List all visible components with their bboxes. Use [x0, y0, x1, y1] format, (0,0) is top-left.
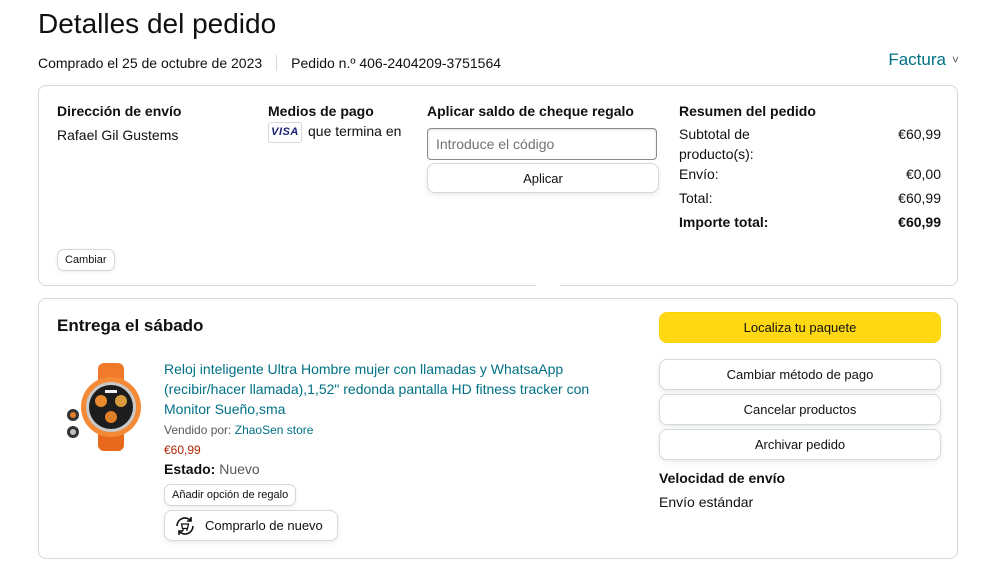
summary-row-grand-total: Importe total: €60,99 [679, 212, 941, 232]
product-image[interactable] [65, 363, 157, 451]
condition-label: Estado: [164, 461, 216, 477]
apply-gift-button[interactable]: Aplicar [427, 163, 659, 193]
purchase-date: Comprado el 25 de octubre de 2023 [38, 55, 263, 71]
gift-card-title: Aplicar saldo de cheque regalo [427, 103, 634, 119]
payment-method: VISA que termina en [268, 122, 401, 143]
product-condition: Estado: Nuevo [164, 461, 260, 477]
summary-value: €60,99 [898, 190, 941, 206]
order-meta: Comprado el 25 de octubre de 2023 Pedido… [38, 55, 501, 71]
rebuy-icon [176, 516, 194, 535]
archive-order-button[interactable]: Archivar pedido [659, 429, 941, 460]
cancel-items-button[interactable]: Cancelar productos [659, 394, 941, 425]
summary-label: Envío: [679, 166, 719, 182]
chevron-down-icon[interactable]: ˅ [952, 53, 959, 67]
shipping-speed-value: Envío estándar [659, 494, 754, 510]
order-number: Pedido n.º 406-2404209-3751564 [291, 55, 502, 71]
shipping-speed-title: Velocidad de envío [659, 470, 786, 486]
gift-code-input[interactable]: Introduce el código [427, 128, 657, 160]
payment-title: Medios de pago [268, 103, 374, 119]
delivery-title: Entrega el sábado [57, 316, 204, 335]
track-package-button[interactable]: Localiza tu paquete [659, 312, 941, 343]
summary-value: €0,00 [905, 166, 941, 182]
seller-link[interactable]: ZhaoSen store [235, 423, 314, 437]
rebuy-label[interactable]: Comprarlo de nuevo [205, 518, 323, 533]
add-gift-option-button[interactable]: Añadir opción de regalo [164, 484, 297, 506]
invoice-dropdown[interactable]: Factura ˅ [888, 50, 959, 70]
change-address-button[interactable]: Cambiar [57, 249, 115, 271]
invoice-label[interactable]: Factura [888, 50, 946, 70]
smartwatch-icon [67, 363, 141, 451]
page-title: Detalles del pedido [38, 8, 277, 39]
change-payment-button[interactable]: Cambiar método de pago [659, 359, 941, 390]
summary-row-shipping: Envío: €0,00 [679, 164, 941, 184]
summary-title: Resumen del pedido [679, 103, 816, 119]
condition-value: Nuevo [219, 461, 260, 477]
panel-notch [536, 279, 560, 293]
order-info-panel: Dirección de envío Rafael Gil Gustems Ca… [38, 85, 958, 286]
sold-by-label: Vendido por: [164, 423, 232, 437]
shipping-title: Dirección de envío [57, 103, 182, 119]
summary-row-total: Total: €60,99 [679, 188, 941, 208]
meta-divider [276, 55, 278, 71]
shipping-name: Rafael Gil Gustems [57, 127, 179, 143]
visa-card-icon: VISA [268, 122, 302, 143]
product-title-link[interactable]: Reloj inteligente Ultra Hombre mujer con… [164, 359, 624, 419]
summary-label: Total: [679, 190, 713, 206]
summary-row-subtotal: Subtotal de producto(s): €60,99 [679, 124, 941, 164]
delivery-panel: Entrega el sábado Reloj inteligente Ultr… [38, 298, 958, 559]
card-text: que termina en [308, 123, 402, 140]
seller-info: Vendido por: ZhaoSen store [164, 423, 313, 437]
buy-again-button[interactable]: Comprarlo de nuevo [164, 510, 338, 541]
summary-label: Subtotal de producto(s): [679, 126, 754, 162]
summary-value: €60,99 [898, 214, 941, 230]
summary-label: Importe total: [679, 214, 769, 230]
summary-value: €60,99 [898, 126, 941, 142]
product-price: €60,99 [164, 443, 201, 457]
